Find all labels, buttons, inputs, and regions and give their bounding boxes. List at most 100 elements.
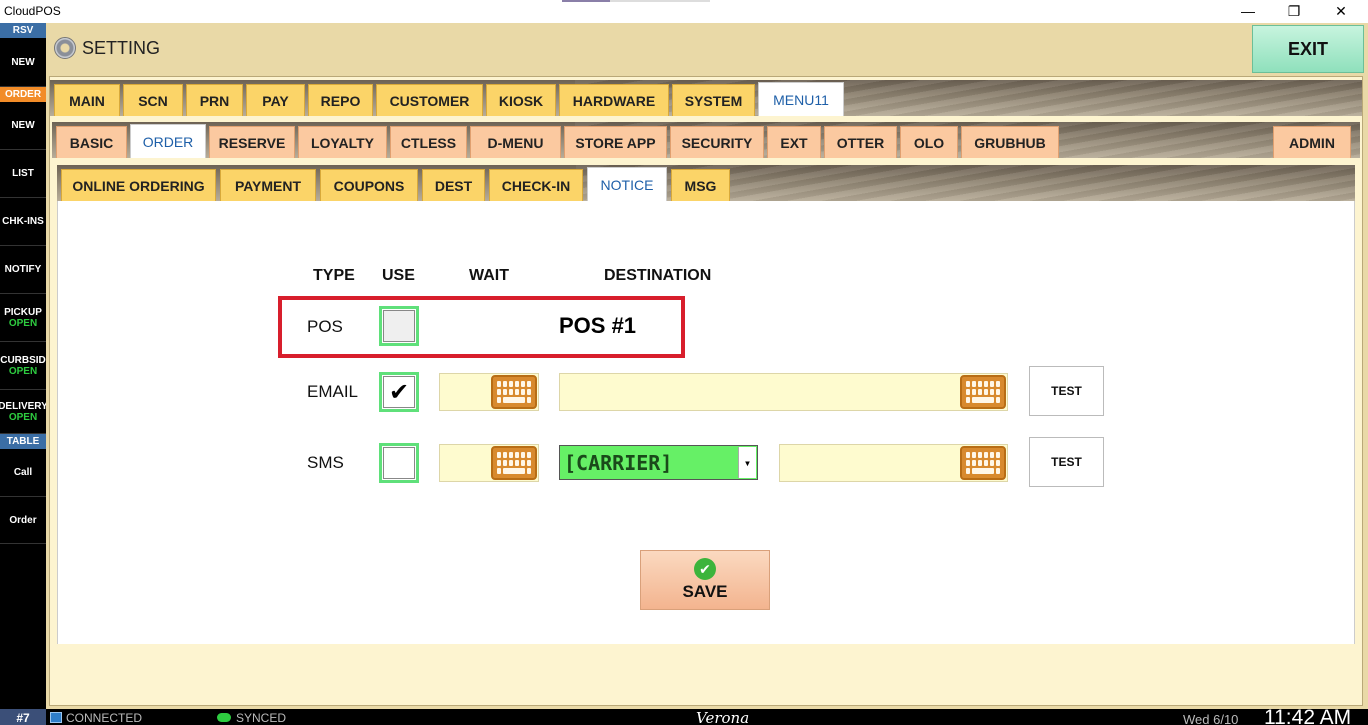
tab-scn[interactable]: SCN bbox=[123, 84, 183, 116]
tab-loyalty[interactable]: LOYALTY bbox=[298, 126, 387, 158]
status-bar: #7 CONNECTED SYNCED Verona Wed 6/10 11:4… bbox=[0, 706, 1368, 725]
sidebar-item-curbside[interactable]: CURBSID OPEN bbox=[0, 342, 46, 390]
tab-system[interactable]: SYSTEM bbox=[672, 84, 755, 116]
sidebar-item-call[interactable]: Call bbox=[0, 449, 46, 497]
keyboard-icon[interactable] bbox=[491, 375, 537, 409]
tab-grubhub[interactable]: GRUBHUB bbox=[961, 126, 1059, 158]
tab-dest[interactable]: DEST bbox=[422, 169, 485, 201]
highlight-box bbox=[278, 296, 685, 358]
tab-customer[interactable]: CUSTOMER bbox=[376, 84, 483, 116]
tab-main[interactable]: MAIN bbox=[54, 84, 120, 116]
column-header-wait: WAIT bbox=[469, 267, 509, 284]
tab-coupons[interactable]: COUPONS bbox=[320, 169, 418, 201]
tab-menu11[interactable]: MENU11 bbox=[758, 82, 844, 116]
sidebar-header-table: TABLE bbox=[0, 434, 46, 449]
chevron-down-icon[interactable]: ▾ bbox=[738, 447, 756, 478]
page-title-text: SETTING bbox=[82, 37, 161, 58]
exit-button[interactable]: EXIT bbox=[1252, 25, 1364, 73]
save-button[interactable]: ✔ SAVE bbox=[640, 550, 770, 610]
checkmark-icon: ✔ bbox=[388, 378, 410, 406]
tab-hardware[interactable]: HARDWARE bbox=[559, 84, 669, 116]
restore-button[interactable]: ❐ bbox=[1271, 0, 1317, 22]
carrier-select[interactable]: [CARRIER] ▾ bbox=[559, 445, 758, 480]
tab-notice[interactable]: NOTICE bbox=[587, 167, 667, 201]
tab-payment[interactable]: PAYMENT bbox=[220, 169, 316, 201]
minimize-button[interactable]: — bbox=[1225, 0, 1271, 22]
tab-store-app[interactable]: STORE APP bbox=[564, 126, 667, 158]
tab-ext[interactable]: EXT bbox=[767, 126, 821, 158]
sms-test-button[interactable]: TEST bbox=[1029, 437, 1104, 487]
titlebar-accent bbox=[562, 0, 610, 2]
close-button[interactable]: ✕ bbox=[1318, 0, 1364, 22]
tab-reserve[interactable]: RESERVE bbox=[209, 126, 295, 158]
time-display: 11:42 AM bbox=[1264, 706, 1352, 725]
app-window: CloudPOS — ❐ ✕ RSV NEW ORDER NEW LIST CH… bbox=[0, 0, 1368, 725]
email-destination-field[interactable] bbox=[559, 373, 1008, 411]
tab-prn[interactable]: PRN bbox=[186, 84, 243, 116]
tab-msg[interactable]: MSG bbox=[671, 169, 730, 201]
connection-status: CONNECTED bbox=[66, 711, 143, 725]
tab-online-ordering[interactable]: ONLINE ORDERING bbox=[61, 169, 216, 201]
sidebar-item-status: OPEN bbox=[8, 365, 38, 377]
tab-repo[interactable]: REPO bbox=[308, 84, 373, 116]
content-footer bbox=[57, 645, 1355, 683]
titlebar-accent-secondary bbox=[610, 0, 710, 2]
gear-icon bbox=[54, 37, 76, 59]
tab-bar-primary: MAIN SCN PRN PAY REPO CUSTOMER KIOSK HAR… bbox=[50, 80, 1362, 116]
checkbox-box bbox=[383, 447, 415, 479]
keyboard-icon[interactable] bbox=[960, 375, 1006, 409]
tab-order[interactable]: ORDER bbox=[130, 124, 206, 158]
date-display: Wed 6/10 bbox=[1183, 712, 1239, 725]
email-use-checkbox[interactable]: ✔ bbox=[379, 372, 419, 412]
tab-basic[interactable]: BASIC bbox=[56, 126, 127, 158]
window-title: CloudPOS bbox=[4, 4, 61, 18]
terminal-number: #7 bbox=[0, 709, 46, 725]
email-test-button[interactable]: TEST bbox=[1029, 366, 1104, 416]
sidebar-item-status: OPEN bbox=[8, 317, 38, 329]
column-header-use: USE bbox=[382, 267, 415, 284]
tab-check-in[interactable]: CHECK-IN bbox=[489, 169, 583, 201]
column-header-type: TYPE bbox=[313, 267, 355, 284]
tab-bar-secondary: BASIC ORDER RESERVE LOYALTY CTLESS D-MEN… bbox=[52, 122, 1360, 158]
sidebar-item-table-order[interactable]: Order bbox=[0, 497, 46, 544]
sidebar-item-label: Call bbox=[13, 467, 33, 478]
sidebar-item-delivery[interactable]: DELIVERY OPEN bbox=[0, 390, 46, 434]
sidebar-item-notify[interactable]: NOTIFY bbox=[0, 246, 46, 294]
keyboard-icon[interactable] bbox=[491, 446, 537, 480]
sms-use-checkbox[interactable] bbox=[379, 443, 419, 483]
sidebar-item-label: NEW bbox=[11, 56, 35, 68]
cloud-icon bbox=[217, 713, 231, 722]
check-circle-icon: ✔ bbox=[694, 558, 716, 580]
tab-kiosk[interactable]: KIOSK bbox=[486, 84, 556, 116]
sidebar-item-label: PICKUP bbox=[4, 306, 42, 318]
keyboard-icon[interactable] bbox=[960, 446, 1006, 480]
sidebar-item-pickup[interactable]: PICKUP OPEN bbox=[0, 294, 46, 342]
sidebar: RSV NEW ORDER NEW LIST CHK-INS NOTIFY PI… bbox=[0, 23, 46, 709]
row-label-sms: SMS bbox=[307, 453, 344, 472]
sidebar-item-label: LIST bbox=[12, 168, 34, 179]
sidebar-item-rsv-new[interactable]: NEW bbox=[0, 38, 46, 87]
sidebar-item-label: NEW bbox=[11, 120, 35, 131]
tab-olo[interactable]: OLO bbox=[900, 126, 958, 158]
sidebar-item-order-new[interactable]: NEW bbox=[0, 102, 46, 150]
store-name: Verona bbox=[696, 709, 750, 725]
tab-security[interactable]: SECURITY bbox=[670, 126, 764, 158]
tab-ctless[interactable]: CTLESS bbox=[390, 126, 467, 158]
tab-otter[interactable]: OTTER bbox=[824, 126, 897, 158]
sidebar-header-rsv: RSV bbox=[0, 23, 46, 38]
sidebar-item-chk-ins[interactable]: CHK-INS bbox=[0, 198, 46, 246]
sidebar-item-label: CHK-INS bbox=[2, 216, 44, 227]
sidebar-item-label: CURBSID bbox=[0, 354, 46, 366]
tab-admin[interactable]: ADMIN bbox=[1273, 126, 1351, 158]
sidebar-header-order: ORDER bbox=[0, 87, 46, 102]
tab-bar-tertiary: ONLINE ORDERING PAYMENT COUPONS DEST CHE… bbox=[57, 165, 1355, 201]
row-label-email: EMAIL bbox=[307, 382, 359, 401]
carrier-select-value: [CARRIER] bbox=[564, 450, 673, 475]
tab-pay[interactable]: PAY bbox=[246, 84, 305, 116]
sidebar-item-list[interactable]: LIST bbox=[0, 150, 46, 198]
sidebar-item-label: Order bbox=[9, 514, 37, 526]
sync-status: SYNCED bbox=[236, 711, 287, 725]
window-titlebar: CloudPOS — ❐ ✕ bbox=[0, 0, 1368, 23]
sidebar-item-status: OPEN bbox=[8, 411, 38, 423]
tab-d-menu[interactable]: D-MENU bbox=[470, 126, 561, 158]
